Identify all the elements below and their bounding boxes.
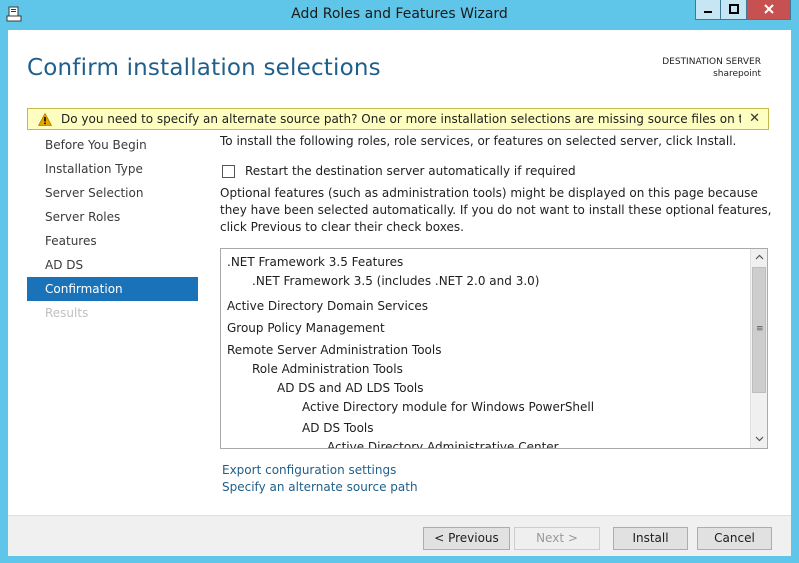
warning-banner[interactable]: Do you need to specify an alternate sour… [27,108,769,130]
nav-item-before-you-begin[interactable]: Before You Begin [27,133,198,157]
list-item: .NET Framework 3.5 (includes .NET 2.0 an… [252,274,540,288]
list-item: .NET Framework 3.5 Features [227,255,404,269]
restart-option[interactable]: Restart the destination server automatic… [222,164,576,178]
restart-checkbox-label[interactable]: Restart the destination server automatic… [245,164,576,178]
intro-text: To install the following roles, role ser… [220,134,737,148]
close-icon [763,3,774,17]
scroll-down-button[interactable] [751,431,767,448]
restart-checkbox[interactable] [222,164,235,178]
nav-item-server-selection[interactable]: Server Selection [27,181,198,205]
wizard-client-area: Confirm installation selections DESTINAT… [8,30,791,556]
minimize-icon [703,3,713,17]
nav-item-results: Results [45,306,89,320]
chevron-down-icon [755,435,764,445]
window-frame: Add Roles and Features Wizard Confirm in… [0,0,799,563]
nav-item-installation-type[interactable]: Installation Type [27,157,198,181]
list-item: AD DS Tools [302,421,374,435]
nav-item-features[interactable]: Features [27,229,198,253]
list-item: Active Directory module for Windows Powe… [302,400,595,414]
window-title: Add Roles and Features Wizard [291,6,508,22]
action-links: Export configuration settings Specify an… [222,462,418,496]
next-button: Next > [514,527,600,550]
chevron-up-icon [755,253,764,263]
title-bar[interactable]: Add Roles and Features Wizard [0,0,799,30]
list-item: Group Policy Management [227,321,385,335]
list-item: Remote Server Administration Tools [227,343,442,357]
destination-server-value: sharepoint [713,69,761,79]
nav-item-ad-ds[interactable]: AD DS [27,253,198,277]
close-window-button[interactable] [747,0,791,20]
list-item: AD DS and AD LDS Tools [277,381,424,395]
minimize-button[interactable] [695,0,721,20]
window-controls [695,0,791,21]
warning-icon [37,112,53,126]
wizard-footer: < Previous Next > Install Cancel [8,515,791,556]
dismiss-warning-button[interactable]: ✕ [749,111,760,126]
maximize-button[interactable] [721,0,747,20]
export-configuration-link[interactable]: Export configuration settings [222,462,418,479]
list-item: Active Directory Domain Services [227,299,429,313]
wizard-steps-nav: Before You Begin Installation Type Serve… [27,133,198,325]
scroll-thumb[interactable]: ≡ [752,267,766,393]
destination-server: DESTINATION SERVER sharepoint [662,56,761,80]
warning-text: Do you need to specify an alternate sour… [61,112,741,126]
selected-features-list-body: .NET Framework 3.5 Features .NET Framewo… [221,249,750,448]
destination-server-label: DESTINATION SERVER [662,57,761,67]
list-item: Active Directory Administrative Center [327,440,559,448]
alternate-source-path-link[interactable]: Specify an alternate source path [222,479,418,496]
scroll-up-button[interactable] [751,249,767,266]
nav-item-confirmation[interactable]: Confirmation [27,277,198,301]
list-item: Role Administration Tools [252,362,403,376]
install-button[interactable]: Install [613,527,688,550]
cancel-button[interactable]: Cancel [697,527,772,550]
previous-button[interactable]: < Previous [423,527,510,550]
nav-item-server-roles[interactable]: Server Roles [27,205,198,229]
scroll-grip-icon: ≡ [756,324,764,334]
maximize-icon [728,3,739,17]
optional-features-note: Optional features (such as administratio… [220,186,772,234]
selected-features-list[interactable]: .NET Framework 3.5 Features .NET Framewo… [220,248,768,449]
list-scrollbar[interactable]: ≡ [750,249,767,448]
page-title: Confirm installation selections [27,55,381,81]
